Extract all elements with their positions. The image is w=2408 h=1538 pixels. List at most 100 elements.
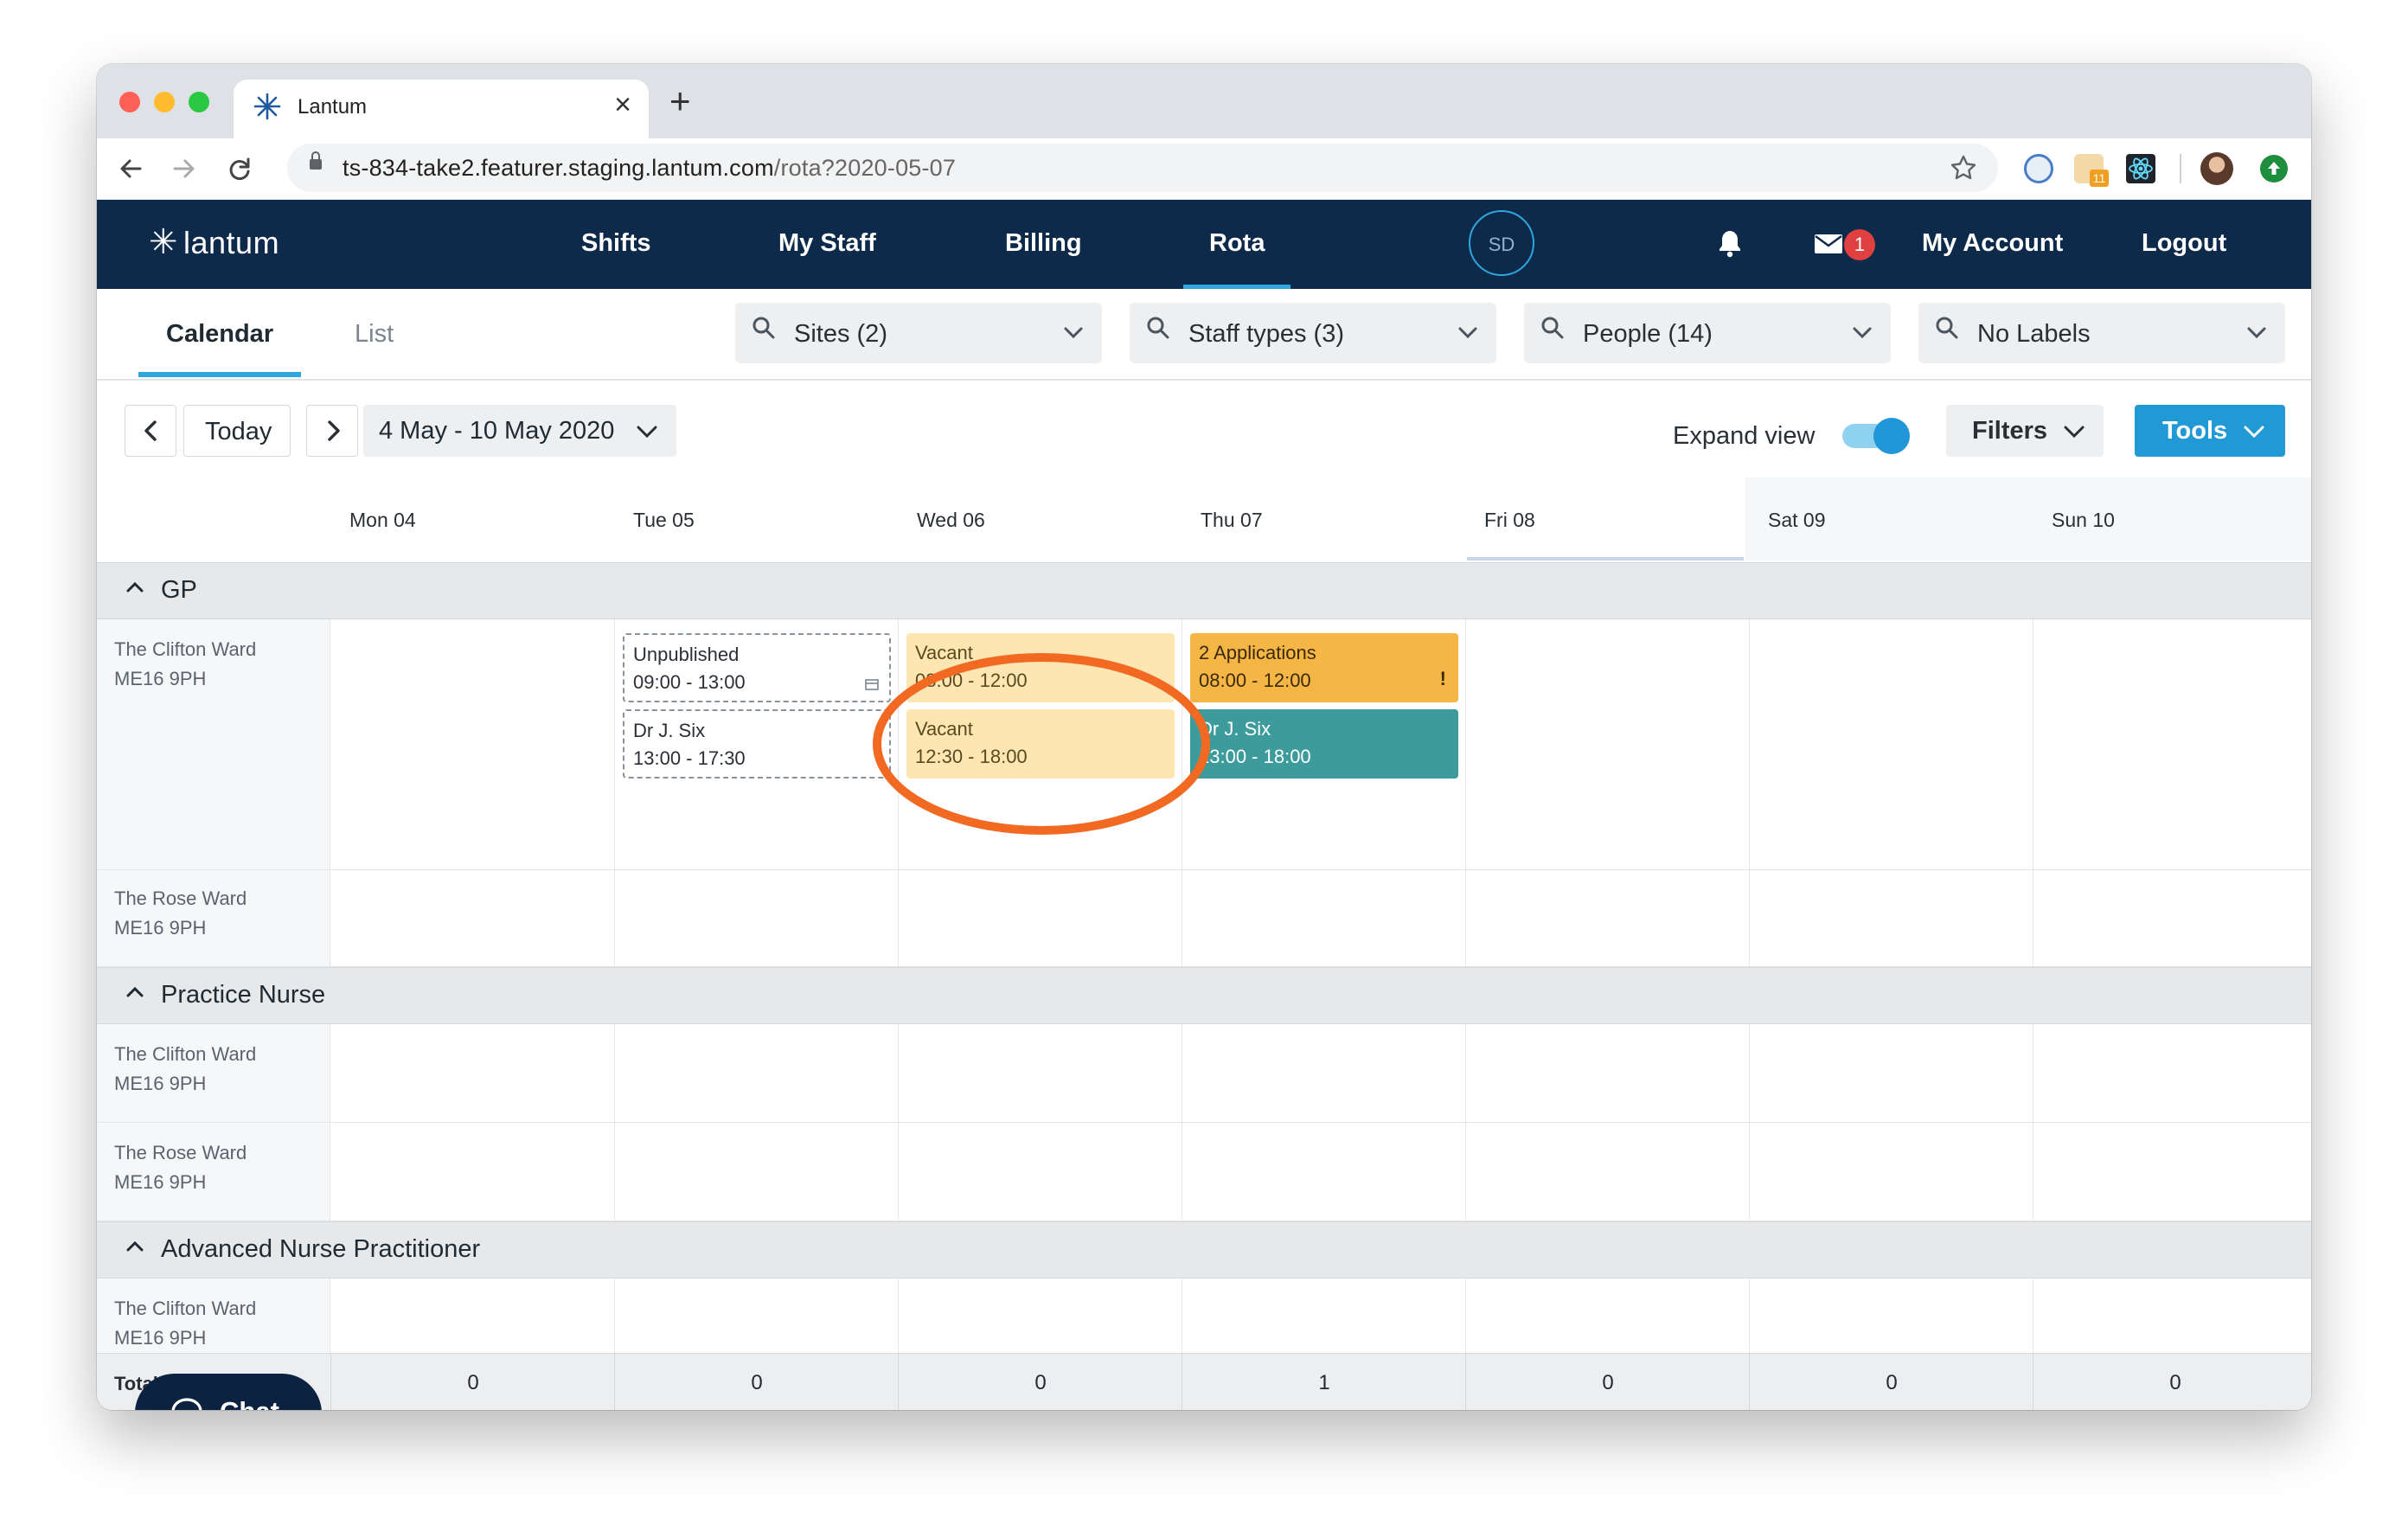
day-fri: Fri 08 xyxy=(1484,509,1535,531)
maximize-window-dot[interactable] xyxy=(189,92,209,112)
tab-close-icon[interactable]: × xyxy=(614,90,631,119)
lantum-star-icon: ✳ xyxy=(149,223,179,261)
shift-card-filled[interactable]: Dr J. Six 13:00 - 18:00 xyxy=(1190,709,1458,779)
profile-avatar-icon[interactable] xyxy=(2200,152,2233,185)
day-divider xyxy=(1465,1024,1466,1122)
rota-subnav: Calendar List Sites (2) Staff types (3) … xyxy=(97,289,2311,381)
ward-name: The Clifton Ward xyxy=(114,638,257,660)
back-arrow-icon[interactable] xyxy=(118,156,144,182)
sites-filter-label: Sites (2) xyxy=(794,320,887,348)
close-window-dot[interactable] xyxy=(119,92,140,112)
shift-time: 08:00 - 12:00 xyxy=(1199,670,1311,691)
extension-plane-icon[interactable]: 11 xyxy=(2074,154,2109,187)
warning-icon: ! xyxy=(1439,668,1446,689)
nav-billing[interactable]: Billing xyxy=(1005,229,1082,258)
update-arrow-icon[interactable] xyxy=(2259,154,2289,183)
day-divider xyxy=(898,1123,899,1221)
labels-filter-label: No Labels xyxy=(1977,320,2091,348)
ward-postcode: ME16 9PH xyxy=(114,668,207,689)
rota-calendar: Mon 04 Tue 05 Wed 06 Thu 07 Fri 08 Sat 0… xyxy=(97,477,2311,1410)
section-gp[interactable]: GP xyxy=(97,562,2311,619)
lock-icon xyxy=(310,151,322,170)
chat-button[interactable]: Chat xyxy=(135,1374,322,1410)
react-devtools-icon[interactable] xyxy=(2126,154,2155,183)
user-avatar[interactable]: SD xyxy=(1469,210,1534,276)
lantum-logo[interactable]: ✳ lantum xyxy=(149,222,279,262)
today-button[interactable]: Today xyxy=(183,405,291,457)
ward-cell: The Rose Ward ME16 9PH xyxy=(97,1123,330,1221)
day-divider xyxy=(1749,1278,1750,1364)
search-icon xyxy=(752,317,775,339)
day-divider xyxy=(1749,1354,1750,1410)
browser-tab[interactable]: Lantum × xyxy=(234,80,649,138)
day-divider xyxy=(898,1278,899,1364)
nav-my-staff[interactable]: My Staff xyxy=(778,229,876,258)
tab-list[interactable]: List xyxy=(355,320,394,349)
browser-window: Lantum × + ts-834-take2.featurer.staging… xyxy=(97,64,2311,1410)
mail-icon[interactable] xyxy=(1815,234,1842,253)
toggle-knob xyxy=(1873,418,1910,454)
day-divider xyxy=(1749,1123,1750,1221)
day-divider xyxy=(898,1354,899,1410)
new-tab-button[interactable]: + xyxy=(669,83,691,119)
filters-button[interactable]: Filters xyxy=(1946,405,2104,457)
previous-week-button[interactable] xyxy=(125,405,176,457)
shift-card-unpublished[interactable]: Dr J. Six 13:00 - 17:30 xyxy=(623,709,891,779)
staff-types-filter[interactable]: Staff types (3) xyxy=(1130,303,1496,363)
chevron-down-icon xyxy=(637,426,657,438)
expand-view-toggle[interactable] xyxy=(1842,418,1910,454)
ward-postcode: ME16 9PH xyxy=(114,1171,207,1193)
logout-link[interactable]: Logout xyxy=(2142,229,2226,258)
ward-postcode: ME16 9PH xyxy=(114,917,207,939)
labels-filter[interactable]: No Labels xyxy=(1918,303,2285,363)
date-range-selector[interactable]: 4 May - 10 May 2020 xyxy=(363,405,676,457)
date-range-label: 4 May - 10 May 2020 xyxy=(379,417,615,445)
ward-row: The Rose Ward ME16 9PH xyxy=(97,1123,2311,1221)
url-host: ts-834-take2.featurer.staging.lantum.com xyxy=(343,155,774,181)
bookmark-star-icon[interactable] xyxy=(1950,154,1977,182)
chevron-down-icon xyxy=(1853,327,1872,339)
address-bar[interactable]: ts-834-take2.featurer.staging.lantum.com… xyxy=(287,144,1998,192)
extension-password-icon[interactable] xyxy=(2024,154,2053,183)
day-sun: Sun 10 xyxy=(2052,509,2115,531)
nav-rota[interactable]: Rota xyxy=(1209,229,1265,258)
extension-badge: 11 xyxy=(2090,170,2109,187)
ward-name: The Rose Ward xyxy=(114,1142,247,1163)
next-week-button[interactable] xyxy=(306,405,358,457)
day-tue: Tue 05 xyxy=(633,509,695,531)
day-divider xyxy=(1749,870,1750,966)
reload-icon[interactable] xyxy=(227,156,253,182)
forward-arrow-icon[interactable] xyxy=(171,156,197,182)
total-sat: 0 xyxy=(1886,1371,1898,1394)
day-divider xyxy=(1465,1123,1466,1221)
section-title: GP xyxy=(161,576,197,604)
tab-calendar[interactable]: Calendar xyxy=(166,320,273,349)
section-advanced-nurse-practitioner[interactable]: Advanced Nurse Practitioner xyxy=(97,1221,2311,1278)
shift-card-unpublished[interactable]: Unpublished 09:00 - 13:00 xyxy=(623,633,891,702)
nav-shifts[interactable]: Shifts xyxy=(581,229,651,258)
chat-label: Chat xyxy=(220,1396,279,1410)
lantum-favicon-icon xyxy=(253,93,281,120)
people-filter[interactable]: People (14) xyxy=(1524,303,1891,363)
section-practice-nurse[interactable]: Practice Nurse xyxy=(97,967,2311,1024)
day-divider xyxy=(614,619,615,869)
my-account-link[interactable]: My Account xyxy=(1922,229,2063,258)
shift-label: 2 Applications xyxy=(1199,642,1316,663)
shift-card-applications[interactable]: 2 Applications 08:00 - 12:00 ! xyxy=(1190,633,1458,702)
day-mon: Mon 04 xyxy=(349,509,416,531)
weekend-shade xyxy=(1745,477,2311,561)
ward-cell: The Rose Ward ME16 9PH xyxy=(97,870,330,966)
ward-row: The Clifton Ward ME16 9PH xyxy=(97,1024,2311,1123)
chevron-left-icon xyxy=(144,420,157,441)
bell-icon[interactable] xyxy=(1714,227,1745,259)
tools-button[interactable]: Tools xyxy=(2135,405,2285,457)
ward-name: The Rose Ward xyxy=(114,888,247,909)
sites-filter[interactable]: Sites (2) xyxy=(735,303,1102,363)
minimize-window-dot[interactable] xyxy=(154,92,175,112)
day-header-row: Mon 04 Tue 05 Wed 06 Thu 07 Fri 08 Sat 0… xyxy=(97,477,2311,563)
total-wed: 0 xyxy=(1034,1371,1047,1394)
ward-cell: The Clifton Ward ME16 9PH xyxy=(97,1278,330,1364)
chevron-right-icon xyxy=(328,420,340,441)
shift-label: Dr J. Six xyxy=(633,720,706,741)
day-divider xyxy=(898,870,899,966)
